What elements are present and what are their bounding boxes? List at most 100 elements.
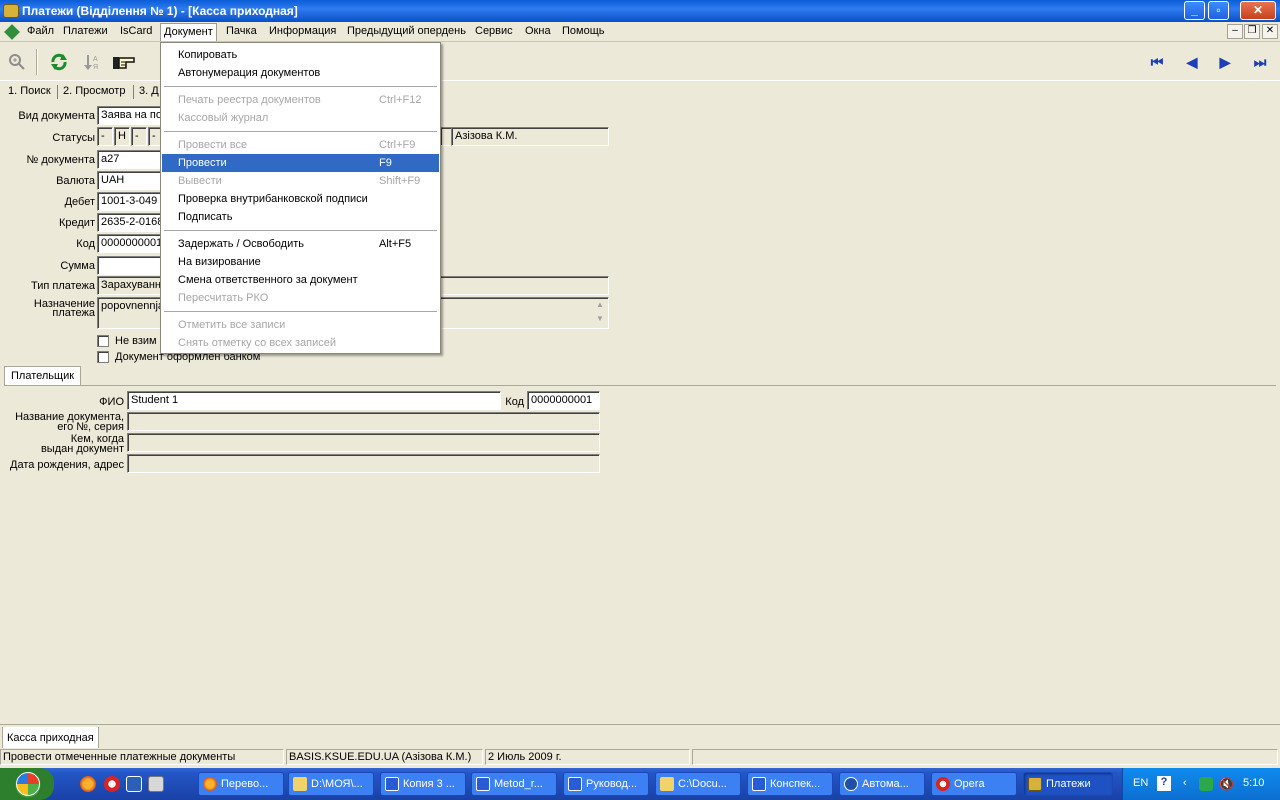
statuses-label: Статусы xyxy=(52,132,95,144)
menu-item-unmark-all[interactable]: Снять отметку со всех записей xyxy=(162,334,439,352)
menu-item-sign[interactable]: Подписать xyxy=(162,208,439,226)
menu-item-cash-journal[interactable]: Кассовый журнал xyxy=(162,109,439,127)
menu-batch[interactable]: Пачка xyxy=(223,25,260,40)
menu-app-icon[interactable] xyxy=(4,24,20,40)
next-record-button[interactable]: ▶ xyxy=(1215,52,1235,72)
document-name-label-2: его №, серия xyxy=(57,421,124,433)
app-icon[interactable] xyxy=(3,4,19,18)
menu-document[interactable]: Документ xyxy=(160,23,217,41)
task-guide[interactable]: Руковод... xyxy=(563,772,649,796)
tab-payer[interactable]: Плательщик xyxy=(4,366,82,386)
menu-item-post[interactable]: Провести F9 xyxy=(162,154,439,172)
bank-issued-checkbox[interactable] xyxy=(97,351,109,363)
chevron-left-icon[interactable]: ‹ xyxy=(1183,777,1187,789)
window-title: Платежи (Відділення № 1) - [Касса приход… xyxy=(22,4,298,18)
menu-item-hold-release[interactable]: Задержать / Освободить Alt+F5 xyxy=(162,235,439,253)
task-automation[interactable]: Автома... xyxy=(839,772,925,796)
menu-item-send-for-approval[interactable]: На визирование xyxy=(162,253,439,271)
close-button[interactable]: ✕ xyxy=(1240,1,1276,20)
folder-icon xyxy=(293,777,307,791)
currency-label: Валюта xyxy=(56,175,95,187)
menu-file[interactable]: Файл xyxy=(24,25,57,40)
menu-item-change-responsible[interactable]: Смена ответственного за документ xyxy=(162,271,439,289)
debit-field[interactable]: 1001-3-049 xyxy=(97,192,167,211)
menu-help[interactable]: Помощь xyxy=(559,25,608,40)
minimize-button[interactable]: _ xyxy=(1184,1,1205,20)
task-notes[interactable]: Конспек... xyxy=(747,772,833,796)
menu-item-post-all[interactable]: Провести все Ctrl+F9 xyxy=(162,136,439,154)
network-icon[interactable] xyxy=(1199,777,1213,791)
not-charge-checkbox[interactable] xyxy=(97,335,109,347)
menu-item-print-register[interactable]: Печать реестра документов Ctrl+F12 xyxy=(162,91,439,109)
calculator-icon[interactable] xyxy=(148,776,164,792)
status-field-1[interactable]: - xyxy=(97,127,113,146)
tab-document[interactable]: 3. Д xyxy=(139,85,159,97)
menu-iscard[interactable]: IsCard xyxy=(117,25,155,40)
menu-service[interactable]: Сервис xyxy=(472,25,516,40)
document-name-field[interactable] xyxy=(127,412,600,431)
credit-field[interactable]: 2635-2-0168 xyxy=(97,213,167,232)
maximize-button[interactable]: ▫ xyxy=(1208,1,1229,20)
media-icon[interactable] xyxy=(126,776,142,792)
sort-icon[interactable]: AЯ xyxy=(80,49,106,75)
start-button[interactable] xyxy=(0,768,54,800)
tab-view[interactable]: 2. Просмотр xyxy=(63,85,125,97)
task-opera[interactable]: Opera xyxy=(931,772,1017,796)
language-indicator[interactable]: EN xyxy=(1133,777,1148,789)
svg-text:A: A xyxy=(93,56,98,63)
currency-field[interactable]: UAH xyxy=(97,171,167,190)
purpose-scrollbar[interactable]: ▲ ▼ xyxy=(593,298,607,328)
menu-previous-day[interactable]: Предыдущий опердень xyxy=(344,25,469,40)
status-field-3[interactable]: - xyxy=(131,127,147,146)
firefox-icon[interactable] xyxy=(80,776,96,792)
amount-field[interactable] xyxy=(97,256,167,275)
menu-item-recalculate-rko[interactable]: Пересчитать РКО xyxy=(162,289,439,307)
payer-code-field[interactable]: 0000000001 xyxy=(527,391,600,410)
pointer-icon[interactable] xyxy=(112,49,138,75)
task-documents-folder[interactable]: C:\Docu... xyxy=(655,772,741,796)
tab-cash-receipt[interactable]: Касса приходная xyxy=(2,727,99,749)
task-copy-3[interactable]: Копия 3 ... xyxy=(380,772,466,796)
help-icon[interactable]: ? xyxy=(1157,776,1171,791)
mdi-minimize-button[interactable]: – xyxy=(1227,24,1243,39)
zoom-icon[interactable] xyxy=(4,49,30,75)
status-user-field[interactable]: Азізова К.М. xyxy=(451,127,609,146)
menu-windows[interactable]: Окна xyxy=(522,25,554,40)
code-field[interactable]: 0000000001 xyxy=(97,234,167,253)
task-folder-moya[interactable]: D:\МОЯ\... xyxy=(288,772,374,796)
word-icon xyxy=(568,777,582,791)
tab-search[interactable]: 1. Поиск xyxy=(8,85,51,97)
volume-muted-icon[interactable]: 🔇 xyxy=(1219,777,1234,791)
menu-info[interactable]: Информация xyxy=(266,25,339,40)
clock[interactable]: 5:10 xyxy=(1243,777,1264,789)
previous-record-button[interactable]: ◀ xyxy=(1182,52,1202,72)
refresh-icon[interactable] xyxy=(46,49,72,75)
payments-app-icon xyxy=(1028,777,1042,791)
menu-item-mark-all[interactable]: Отметить все записи xyxy=(162,316,439,334)
menu-bar: Файл Платежи IsCard Документ Пачка Инфор… xyxy=(0,22,1280,42)
document-window-tabs: Касса приходная xyxy=(0,724,1280,749)
title-bar[interactable]: Платежи (Відділення № 1) - [Касса приход… xyxy=(0,0,1280,22)
menu-item-check-signature[interactable]: Проверка внутрибанковской подписи xyxy=(162,190,439,208)
issued-by-field[interactable] xyxy=(127,433,600,452)
mdi-restore-button[interactable]: ❐ xyxy=(1244,24,1260,39)
menu-payments[interactable]: Платежи xyxy=(60,25,111,40)
menu-item-unpost[interactable]: Вывести Shift+F9 xyxy=(162,172,439,190)
menu-item-copy[interactable]: Копировать xyxy=(162,46,439,64)
task-payments[interactable]: Платежи xyxy=(1023,772,1113,796)
birth-address-field[interactable] xyxy=(127,454,600,473)
menu-separator xyxy=(164,230,437,231)
document-number-field[interactable]: а27 xyxy=(97,150,167,169)
mdi-close-button[interactable]: ✕ xyxy=(1262,24,1278,39)
opera-icon[interactable] xyxy=(104,776,120,792)
task-metod[interactable]: Metod_r... xyxy=(471,772,557,796)
last-record-button[interactable]: ⏭ xyxy=(1250,52,1270,72)
status-field-2[interactable]: Н xyxy=(114,127,130,146)
payment-type-label: Тип платежа xyxy=(30,280,95,292)
status-bar: Провести отмеченные платежные документы … xyxy=(0,748,1280,766)
first-record-button[interactable]: ⏮ xyxy=(1147,52,1167,72)
task-translate[interactable]: Перево... xyxy=(198,772,284,796)
full-name-field[interactable]: Student 1 xyxy=(127,391,501,410)
menu-item-autonumbering[interactable]: Автонумерация документов xyxy=(162,64,439,82)
toolbar-separator xyxy=(36,49,38,75)
